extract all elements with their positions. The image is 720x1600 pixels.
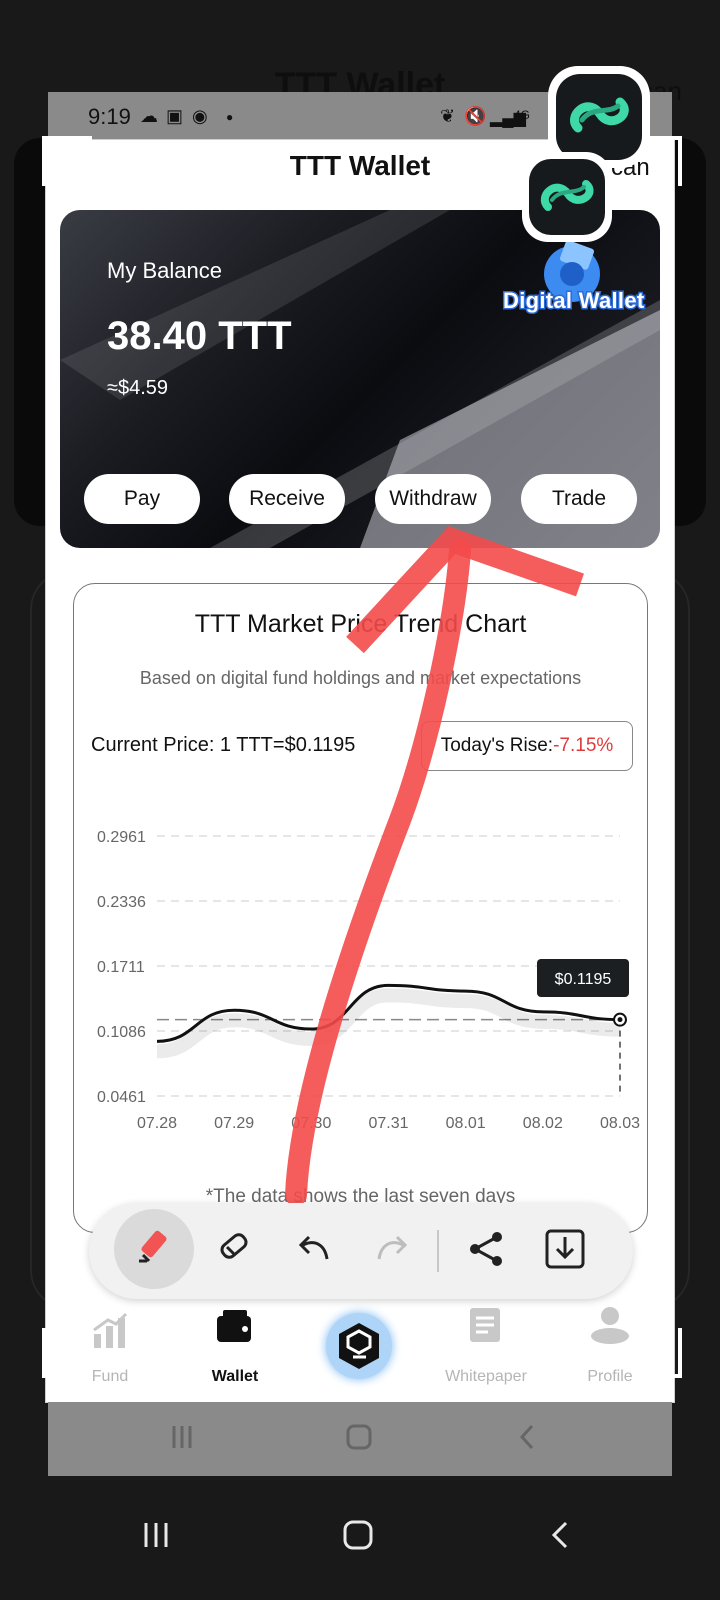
- download-icon[interactable]: [541, 1225, 589, 1273]
- person-icon[interactable]: [589, 1306, 631, 1346]
- wallet-icon[interactable]: [215, 1308, 255, 1344]
- nav-wallet[interactable]: Wallet: [185, 1368, 285, 1386]
- share-icon[interactable]: [463, 1225, 511, 1273]
- backdrop-system-nav: [48, 1402, 672, 1476]
- home-button[interactable]: [343, 1520, 373, 1550]
- toolbar-separator: [437, 1230, 439, 1272]
- center-logo-button[interactable]: [326, 1313, 392, 1379]
- redo-icon[interactable]: [369, 1225, 417, 1273]
- back-button[interactable]: [551, 1521, 568, 1549]
- nav-profile[interactable]: Profile: [560, 1368, 660, 1386]
- chart-bars-icon[interactable]: [90, 1310, 130, 1350]
- app-logo-icon: [529, 159, 605, 235]
- nav-fund[interactable]: Fund: [60, 1368, 160, 1386]
- center-logo-icon: [339, 1323, 379, 1369]
- undo-icon[interactable]: [289, 1225, 337, 1273]
- system-nav-bar: [144, 1520, 568, 1550]
- nav-whitepaper[interactable]: Whitepaper: [436, 1368, 536, 1386]
- document-icon[interactable]: [468, 1306, 504, 1346]
- floating-app-icon-small[interactable]: [522, 152, 612, 242]
- eraser-icon[interactable]: [209, 1225, 257, 1273]
- recent-apps-button[interactable]: [144, 1523, 168, 1547]
- highlighter-icon[interactable]: [129, 1225, 177, 1273]
